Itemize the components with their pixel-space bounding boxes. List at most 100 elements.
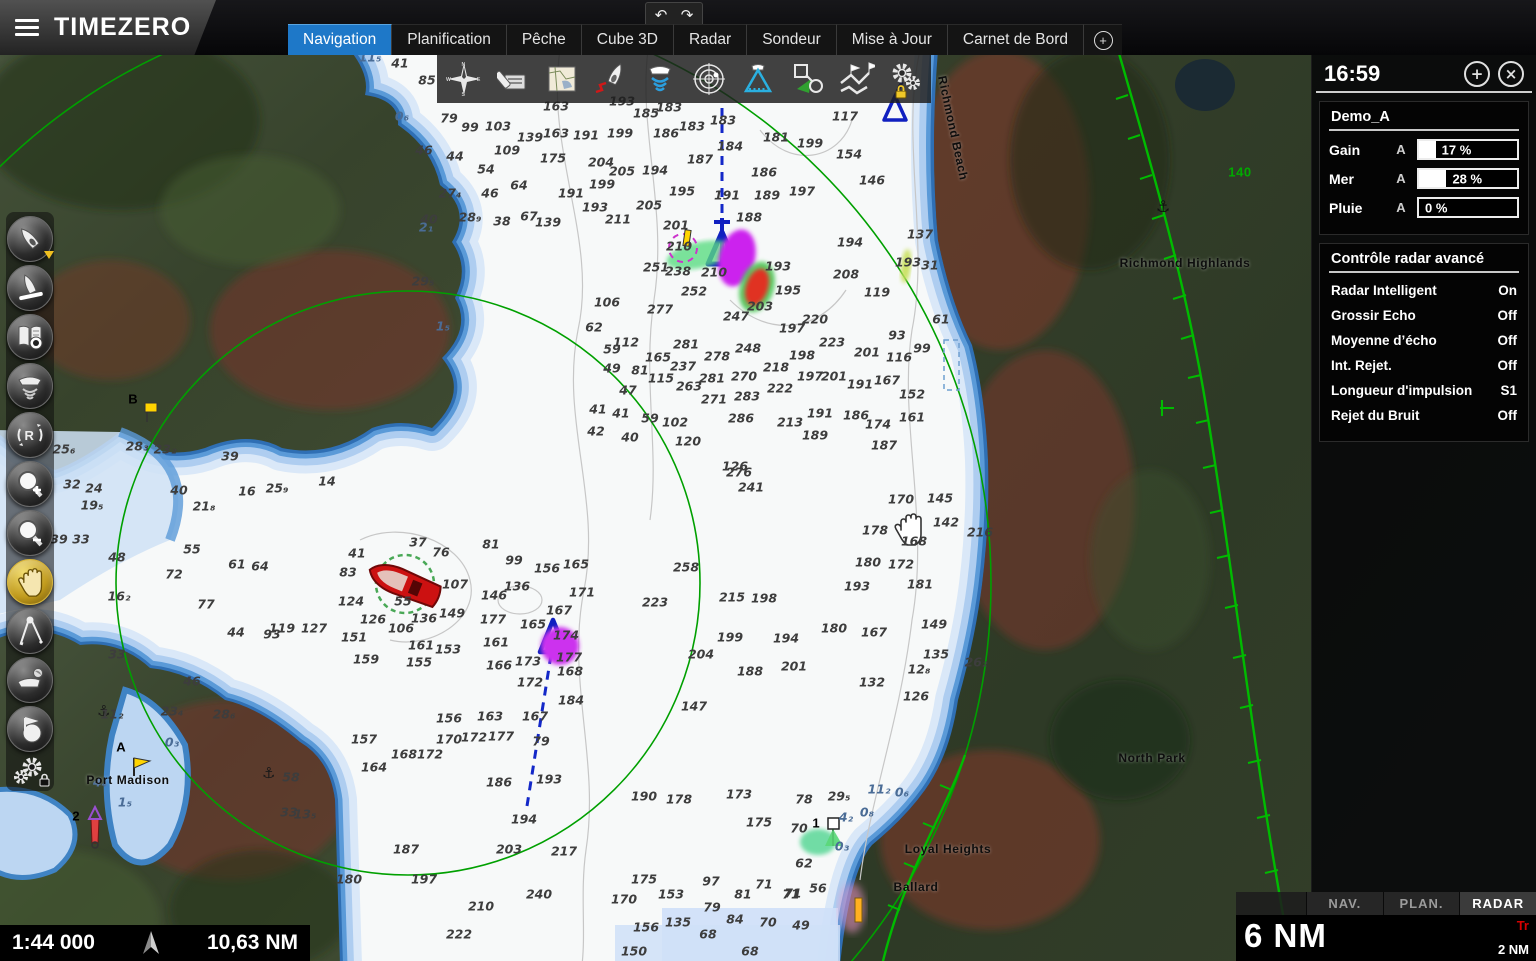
slider-track[interactable]: 0 % [1417,197,1519,218]
depth-sounding: 172 [417,747,443,762]
chart-selection-icon[interactable] [540,57,584,101]
goto-boat-button[interactable] [7,265,53,311]
advanced-row[interactable]: Longueur d'impulsionS1 [1331,383,1517,398]
depth-sounding: 195 [775,283,801,298]
menu-icon[interactable] [15,19,39,36]
target-select-icon[interactable] [785,57,829,101]
panel-mode-tabs: NAV.PLAN.RADAR [1236,892,1536,915]
chart-map[interactable]: ⚓ ⚓ ⚓ 4111₅850₆46402₁29₅1₅16319318518379… [0,0,1536,961]
toolbar-settings-icon[interactable] [883,57,927,101]
depth-sounding: 173 [726,787,752,802]
tab-sondeur[interactable]: Sondeur [747,24,837,55]
depth-sounding: 47 [619,383,636,398]
slider-fill [1419,141,1436,158]
advanced-value: Off [1498,333,1518,348]
boat-track-icon[interactable] [589,57,633,101]
pan-hand-button[interactable] [7,559,53,605]
depth-sounding: 119 [269,621,295,636]
depth-sounding: 165 [563,557,589,572]
depth-sounding: 278 [704,349,730,364]
panel-tab-nav[interactable]: NAV. [1306,892,1383,915]
compass-rose-icon[interactable]: N S W E [442,57,486,101]
panel-add-icon[interactable]: + [1464,61,1490,87]
slider-track[interactable]: 17 % [1417,139,1519,160]
radar-standby-button[interactable]: R [7,412,53,458]
tool-options-badge[interactable] [44,251,54,259]
depth-sounding: 276 [726,465,752,480]
advanced-row[interactable]: Grossir EchoOff [1331,308,1517,323]
add-workspace-tab[interactable]: + [1084,24,1122,55]
auto-flag[interactable]: A [1385,142,1417,157]
depth-sounding: 120 [675,434,701,449]
radar-range-display[interactable]: 6 NM Tr 2 NM [1236,915,1536,961]
center-on-boat-button[interactable] [7,216,53,262]
depth-sounding: 201 [781,659,807,674]
range-value: 6 NM [1244,917,1327,955]
advanced-row[interactable]: Int. Rejet.Off [1331,358,1517,373]
depth-sounding: 78 [795,792,812,807]
boat-sounder-icon[interactable] [638,57,682,101]
measure-dividers-button[interactable] [7,608,53,654]
depth-sounding: 286 [728,411,754,426]
app-title: TIMEZERO [54,13,191,42]
man-over-board-button[interactable] [7,657,53,703]
depth-sounding: 103 [485,119,511,134]
depth-sounding: 54 [477,162,494,177]
tab-planification[interactable]: Planification [392,24,507,55]
advanced-row[interactable]: Rejet du BruitOff [1331,408,1517,423]
logbook-button[interactable] [7,314,53,360]
zoom-in-button[interactable] [7,461,53,507]
depth-sounding: 136 [411,611,437,626]
depth-sounding: 281 [699,371,725,386]
depth-sounding: 195 [669,184,695,199]
auto-flag[interactable]: A [1385,171,1417,186]
create-mark-button[interactable] [7,706,53,752]
depth-sounding: 41 [589,402,606,417]
advanced-row[interactable]: Moyenne d’écho Off [1331,333,1517,348]
depth-sounding: 168 [901,534,927,549]
advanced-row[interactable]: Radar IntelligentOn [1331,283,1517,298]
advanced-label: Grossir Echo [1331,308,1416,323]
panel-close-icon[interactable]: × [1498,61,1524,87]
panel-tab-plan[interactable]: PLAN. [1383,892,1460,915]
tab-carnet-de-bord[interactable]: Carnet de Bord [948,24,1084,55]
depth-sounding: 116 [886,350,912,365]
depth-sounding: 139 [517,130,543,145]
advanced-value: Off [1498,358,1518,373]
depth-sounding: 21₈ [193,499,216,514]
depth-sounding: 155 [406,655,432,670]
advanced-label: Moyenne d’écho [1331,333,1437,348]
depth-sounding: 26₂ [965,655,988,670]
depth-sounding: 11₂ [868,782,891,797]
tab-pêche[interactable]: Pêche [507,24,582,55]
depth-sounding: 156 [534,561,560,576]
depth-sounding: 163 [543,126,569,141]
depth-sounding: 23₂ [154,442,177,457]
tab-radar[interactable]: Radar [674,24,747,55]
tools-settings-button[interactable] [8,755,52,789]
north-arrow-icon[interactable] [140,930,162,956]
radar-slider-gain: GainA17 % [1329,139,1519,160]
panel-tab-radar[interactable]: RADAR [1459,892,1536,915]
depth-sounding: 19₅ [81,498,104,513]
route-planning-icon[interactable] [834,57,878,101]
radar-rings-icon[interactable] [687,57,731,101]
redo-icon[interactable]: ↷ [676,5,698,25]
depth-sounding: 186 [653,126,679,141]
annotations-icon[interactable] [491,57,535,101]
undo-icon[interactable]: ↶ [650,5,672,25]
tab-cube-3d[interactable]: Cube 3D [582,24,674,55]
auto-flag[interactable]: A [1385,200,1417,215]
depth-sounding: 28₃ [126,439,149,454]
slider-track[interactable]: 28 % [1417,168,1519,189]
boat-sounder-history-button[interactable] [7,363,53,409]
depth-sounding: 93 [888,328,905,343]
tab-mise-à-jour[interactable]: Mise à Jour [837,24,948,55]
tab-navigation[interactable]: Navigation [288,24,392,55]
sounder-cone-icon[interactable] [736,57,780,101]
depth-sounding: 46 [183,674,200,689]
depth-sounding: 28₉ [459,210,482,225]
zoom-out-button[interactable] [7,510,53,556]
depth-sounding: 23₄ [161,704,184,719]
radar-preset-name[interactable]: Demo_A [1329,108,1519,131]
